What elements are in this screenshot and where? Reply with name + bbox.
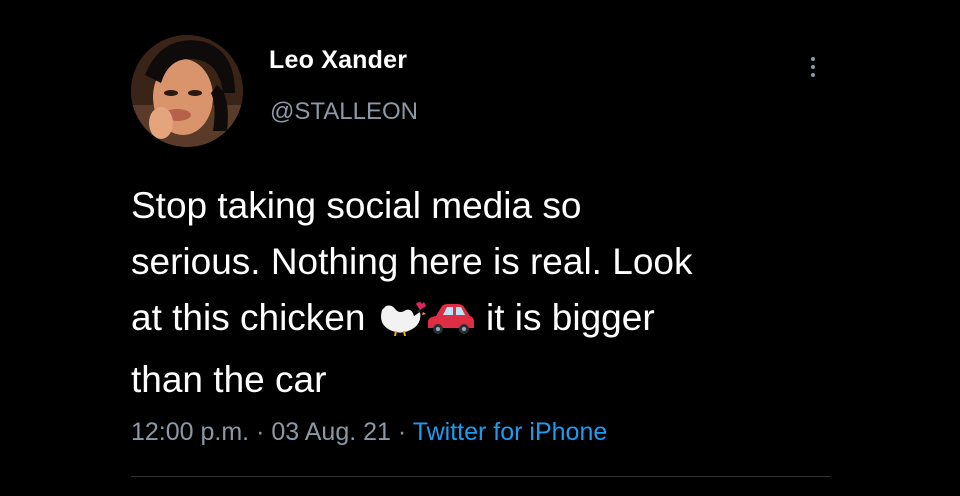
- separator: ·: [397, 418, 407, 446]
- separator: ·: [256, 418, 265, 446]
- divider: [131, 476, 831, 477]
- tweet-text-line: Stop taking social media so: [131, 185, 582, 226]
- tweet-source-link[interactable]: Twitter for iPhone: [413, 418, 608, 446]
- tweet-time[interactable]: 12:00 p.m.: [131, 418, 249, 446]
- display-name[interactable]: Leo Xander: [269, 46, 407, 75]
- chicken-icon: [376, 296, 426, 352]
- tweet[interactable]: Leo Xander @STALLEON Stop taking social …: [0, 0, 960, 496]
- avatar[interactable]: [131, 35, 243, 147]
- tweet-text-line: serious. Nothing here is real. Look: [131, 241, 693, 282]
- tweet-text-line: than the car: [131, 359, 327, 400]
- user-handle[interactable]: @STALLEON: [270, 98, 418, 126]
- more-vertical-icon: [811, 57, 815, 61]
- tweet-metadata: 12:00 p.m. · 03 Aug. 21 · Twitter for iP…: [131, 418, 607, 447]
- tweet-date[interactable]: 03 Aug. 21: [271, 418, 391, 446]
- tweet-text-segment: at this chicken: [131, 297, 366, 338]
- tweet-text-segment: it is bigger: [486, 297, 655, 338]
- tweet-text-line: at this chicken it is bigger: [131, 290, 851, 352]
- car-icon: [426, 296, 476, 352]
- more-dot: [811, 73, 815, 77]
- more-dot: [811, 65, 815, 69]
- avatar-image: [131, 35, 243, 147]
- tweet-text: Stop taking social media so serious. Not…: [131, 178, 851, 408]
- more-options-button[interactable]: [800, 50, 826, 84]
